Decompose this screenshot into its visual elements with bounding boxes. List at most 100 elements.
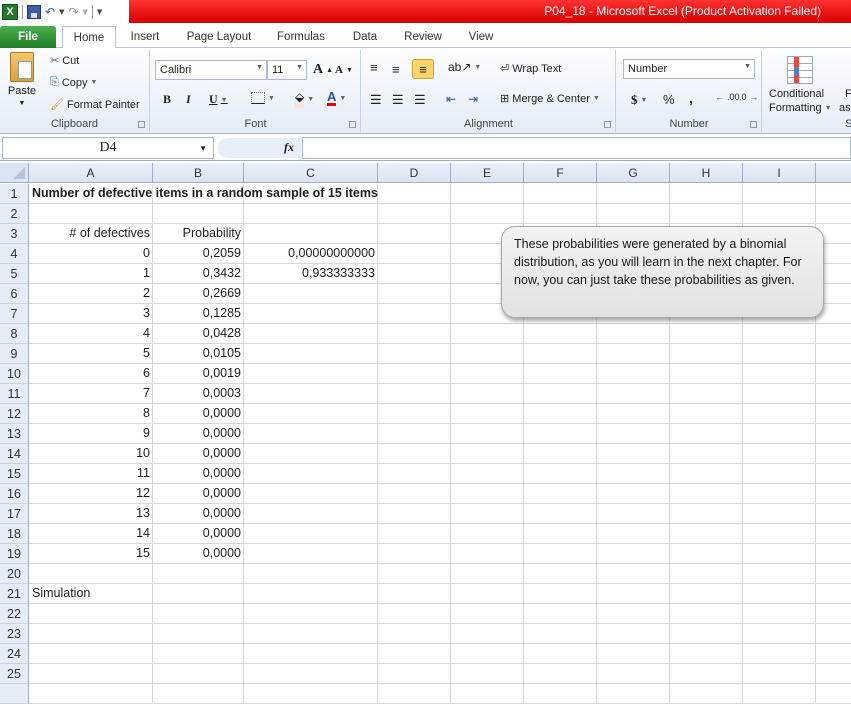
cell[interactable]	[816, 424, 851, 444]
cell[interactable]	[816, 384, 851, 404]
cell[interactable]	[451, 604, 524, 624]
clipboard-launcher-icon[interactable]	[138, 121, 145, 128]
cell[interactable]	[378, 684, 451, 704]
tab-data[interactable]: Data	[344, 26, 386, 48]
defectives-value[interactable]: 8	[29, 404, 153, 424]
redo-icon[interactable]: ↷	[68, 5, 78, 19]
cell[interactable]	[743, 524, 816, 544]
excel-icon[interactable]: X	[2, 4, 18, 20]
format-painter-button[interactable]: 🖌 Format Painter	[50, 98, 140, 112]
cell[interactable]	[451, 364, 524, 384]
cell[interactable]	[670, 344, 743, 364]
column-header[interactable]: F	[524, 163, 597, 183]
cell[interactable]	[244, 284, 378, 304]
probability-value[interactable]: 0,0000	[153, 424, 244, 444]
probability-value[interactable]: 0,0003	[153, 384, 244, 404]
tab-home[interactable]: Home	[62, 26, 116, 49]
probability-value[interactable]: 0,0428	[153, 324, 244, 344]
column-header[interactable]: E	[451, 163, 524, 183]
cell[interactable]	[597, 564, 670, 584]
defectives-value[interactable]: 11	[29, 464, 153, 484]
cell[interactable]	[244, 224, 378, 244]
cell[interactable]	[743, 664, 816, 684]
cell[interactable]	[451, 624, 524, 644]
probability-value[interactable]: 0,0000	[153, 444, 244, 464]
cell[interactable]	[451, 444, 524, 464]
probability-value[interactable]: 0,0000	[153, 524, 244, 544]
cell[interactable]	[244, 464, 378, 484]
grow-font-button[interactable]: A ▲	[313, 62, 333, 78]
cell[interactable]	[524, 604, 597, 624]
cell[interactable]	[670, 684, 743, 704]
fx-icon[interactable]: fx	[284, 140, 294, 155]
cell[interactable]	[378, 304, 451, 324]
probability-value[interactable]: 0,2669	[153, 284, 244, 304]
cell[interactable]	[244, 604, 378, 624]
percent-button[interactable]: %	[663, 92, 675, 107]
row-header[interactable]: 14	[0, 444, 29, 464]
column-header[interactable]: G	[597, 163, 670, 183]
defectives-value[interactable]: 0	[29, 244, 153, 264]
probability-value[interactable]: 0,0105	[153, 344, 244, 364]
cell[interactable]	[153, 584, 244, 604]
cell[interactable]	[378, 624, 451, 644]
row-header[interactable]: 16	[0, 484, 29, 504]
cell[interactable]	[743, 504, 816, 524]
cell[interactable]	[244, 584, 378, 604]
cell[interactable]	[524, 324, 597, 344]
cell[interactable]	[524, 424, 597, 444]
cell[interactable]	[597, 664, 670, 684]
cell[interactable]	[378, 664, 451, 684]
borders-button[interactable]: ▼	[251, 92, 275, 104]
cell[interactable]	[153, 644, 244, 664]
defectives-value[interactable]: 2	[29, 284, 153, 304]
cell[interactable]	[29, 604, 153, 624]
cell[interactable]	[451, 664, 524, 684]
cell-c5[interactable]: 0,933333333	[244, 264, 378, 284]
title-cell[interactable]: Number of defective items in a random sa…	[29, 184, 378, 204]
cell[interactable]	[743, 484, 816, 504]
cell[interactable]	[597, 504, 670, 524]
cell[interactable]	[743, 384, 816, 404]
font-launcher-icon[interactable]	[349, 121, 356, 128]
tab-formulas[interactable]: Formulas	[270, 26, 332, 48]
simulation-label-cell[interactable]: Simulation	[29, 584, 153, 604]
merge-center-button[interactable]: ⊞ Merge & Center ▼	[500, 92, 600, 106]
conditional-formatting-button[interactable]: Conditional	[769, 88, 824, 100]
cell[interactable]	[524, 664, 597, 684]
customize-toolbar-icon[interactable]: ▼	[97, 8, 102, 16]
cell[interactable]	[378, 584, 451, 604]
cell[interactable]	[816, 204, 851, 224]
tab-review[interactable]: Review	[398, 26, 448, 48]
cell[interactable]	[670, 504, 743, 524]
cell[interactable]	[29, 644, 153, 664]
cell[interactable]	[524, 464, 597, 484]
cell[interactable]	[743, 464, 816, 484]
cell[interactable]	[153, 684, 244, 704]
shrink-font-button[interactable]: A ▼	[335, 64, 353, 76]
cell[interactable]	[597, 584, 670, 604]
align-top-button[interactable]: ≡	[370, 60, 378, 75]
cell[interactable]	[244, 664, 378, 684]
font-size-combo[interactable]: 11 ▼	[267, 60, 307, 80]
wrap-text-button[interactable]: ⏎ Wrap Text	[500, 62, 561, 76]
cell[interactable]	[378, 324, 451, 344]
row-header[interactable]: 10	[0, 364, 29, 384]
cell[interactable]	[524, 684, 597, 704]
save-icon[interactable]	[27, 5, 41, 19]
cell[interactable]	[816, 684, 851, 704]
cell[interactable]	[597, 424, 670, 444]
conditional-formatting-button-line2[interactable]: Formatting ▼	[769, 102, 832, 114]
cell[interactable]	[451, 464, 524, 484]
cell[interactable]	[816, 564, 851, 584]
cell[interactable]	[524, 524, 597, 544]
cell[interactable]	[378, 544, 451, 564]
row-header[interactable]: 2	[0, 204, 29, 224]
defectives-value[interactable]: 3	[29, 304, 153, 324]
defectives-value[interactable]: 13	[29, 504, 153, 524]
align-right-button[interactable]: ☰	[414, 92, 426, 108]
column-header[interactable]: I	[743, 163, 816, 183]
cell[interactable]	[378, 264, 451, 284]
probability-value[interactable]: 0,0019	[153, 364, 244, 384]
cell[interactable]	[670, 464, 743, 484]
